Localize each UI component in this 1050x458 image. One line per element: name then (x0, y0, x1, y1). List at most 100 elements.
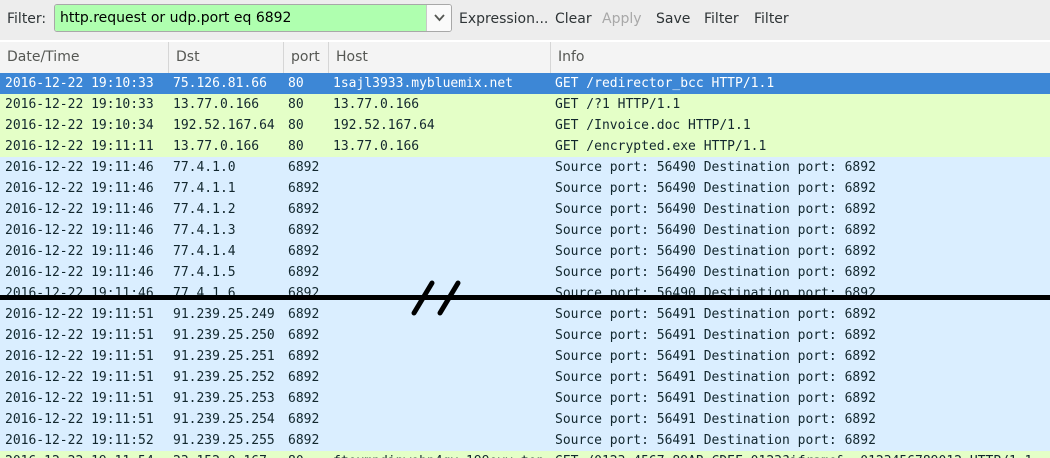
packet-row[interactable]: 2016-12-22 19:10:33 13.77.0.166 80 13.77.0.… (0, 94, 1050, 115)
column-header-info[interactable]: Info (550, 42, 1050, 73)
packet-row[interactable]: 2016-12-22 19:11:46 77.4.1.1 6892 Source po… (0, 178, 1050, 199)
display-filter-combobox[interactable] (54, 4, 452, 32)
datetime-cell: 2016-12-22 19:11:51 (5, 328, 154, 343)
dst-cell: 91.239.25.254 (173, 412, 275, 427)
datetime-cell: 2016-12-22 19:11:46 (5, 244, 154, 259)
info-cell: Source port: 56490 Destination port: 689… (555, 265, 876, 280)
packet-row[interactable]: 2016-12-22 19:11:46 77.4.1.2 6892 Source po… (0, 199, 1050, 220)
dst-cell: 77.4.1.2 (173, 202, 236, 217)
packet-row[interactable]: 2016-12-22 19:10:33 75.126.81.66 80 1sajl39… (0, 73, 1050, 94)
dst-cell: 23.152.0.167 (173, 451, 267, 458)
dst-cell: 91.239.25.250 (173, 328, 275, 343)
info-cell: Source port: 56491 Destination port: 689… (555, 349, 876, 364)
dst-cell: 13.77.0.166 (173, 139, 260, 154)
info-cell: Source port: 56490 Destination port: 689… (555, 244, 876, 259)
datetime-cell: 2016-12-22 19:10:33 (5, 76, 154, 91)
break-mark-icon (411, 280, 461, 316)
port-cell: 6892 (288, 307, 320, 322)
packet-row[interactable]: 2016-12-22 19:11:51 91.239.25.251 6892 Sour… (0, 346, 1050, 367)
datetime-cell: 2016-12-22 19:10:34 (5, 118, 154, 133)
datetime-cell: 2016-12-22 19:11:51 (5, 349, 154, 364)
dst-cell: 77.4.1.0 (173, 160, 236, 175)
datetime-cell: 2016-12-22 19:11:46 (5, 286, 154, 301)
packet-list-header: Date/Time Dst port Host Info (0, 42, 1050, 74)
datetime-cell: 2016-12-22 19:11:46 (5, 265, 154, 280)
port-cell: 80 (288, 97, 304, 112)
port-cell: 6892 (288, 265, 320, 280)
port-cell: 6892 (288, 391, 320, 406)
info-cell: Source port: 56490 Destination port: 689… (555, 223, 876, 238)
packet-row[interactable]: 2016-12-22 19:11:52 91.239.25.255 6892 Sour… (0, 430, 1050, 451)
dst-cell: 77.4.1.6 (173, 286, 236, 301)
column-header-dst[interactable]: Dst (168, 42, 283, 73)
port-cell: 6892 (288, 223, 320, 238)
filter-label: Filter: (7, 11, 47, 27)
datetime-cell: 2016-12-22 19:11:51 (5, 307, 154, 322)
info-cell: Source port: 56490 Destination port: 689… (555, 160, 876, 175)
info-cell: Source port: 56491 Destination port: 689… (555, 307, 876, 322)
filter-history-dropdown[interactable] (426, 5, 451, 31)
info-cell: Source port: 56491 Destination port: 689… (555, 433, 876, 448)
port-cell: 6892 (288, 181, 320, 196)
packet-row[interactable]: 2016-12-22 19:11:51 91.239.25.249 6892 Sour… (0, 304, 1050, 325)
filter-button-2[interactable]: Filter (754, 11, 789, 27)
host-cell: 192.52.167.64 (333, 118, 435, 133)
dst-cell: 13.77.0.166 (173, 97, 260, 112)
apply-button[interactable]: Apply (602, 11, 642, 27)
dst-cell: 77.4.1.5 (173, 265, 236, 280)
info-cell: Source port: 56491 Destination port: 689… (555, 328, 876, 343)
packet-row[interactable]: 2016-12-22 19:11:46 77.4.1.3 6892 Source po… (0, 220, 1050, 241)
dst-cell: 192.52.167.64 (173, 118, 275, 133)
packet-row[interactable]: 2016-12-22 19:11:46 77.4.1.6 6892 Source po… (0, 283, 1050, 304)
chevron-down-icon (434, 14, 445, 22)
filter-button-1[interactable]: Filter (704, 11, 739, 27)
packet-row[interactable]: 2016-12-22 19:11:11 13.77.0.166 80 13.77.0.… (0, 136, 1050, 157)
packet-row[interactable]: 2016-12-22 19:11:51 91.239.25.253 6892 Sour… (0, 388, 1050, 409)
port-cell: 6892 (288, 433, 320, 448)
datetime-cell: 2016-12-22 19:11:54 (5, 451, 154, 458)
dst-cell: 91.239.25.249 (173, 307, 275, 322)
port-cell: 80 (288, 118, 304, 133)
clear-button[interactable]: Clear (555, 11, 592, 27)
packet-row[interactable]: 2016-12-22 19:11:46 77.4.1.5 6892 Source po… (0, 262, 1050, 283)
column-header-datetime[interactable]: Date/Time (0, 42, 168, 73)
display-filter-input[interactable] (55, 5, 426, 31)
column-header-port[interactable]: port (283, 42, 328, 73)
datetime-cell: 2016-12-22 19:10:33 (5, 97, 154, 112)
packet-row[interactable]: 2016-12-22 19:11:51 91.239.25.254 6892 Sour… (0, 409, 1050, 430)
port-cell: 6892 (288, 370, 320, 385)
datetime-cell: 2016-12-22 19:11:46 (5, 223, 154, 238)
save-button[interactable]: Save (656, 11, 690, 27)
port-cell: 80 (288, 139, 304, 154)
packet-row[interactable]: 2016-12-22 19:11:51 91.239.25.250 6892 Sour… (0, 325, 1050, 346)
packet-list: 2016-12-22 19:10:33 75.126.81.66 80 1sajl39… (0, 73, 1050, 458)
datetime-cell: 2016-12-22 19:11:52 (5, 433, 154, 448)
datetime-cell: 2016-12-22 19:11:51 (5, 412, 154, 427)
packet-row[interactable]: 2016-12-22 19:11:46 77.4.1.0 6892 Source po… (0, 157, 1050, 178)
info-cell: GET /Invoice.doc HTTP/1.1 (555, 118, 751, 133)
info-cell: GET /0123-4567-89AB-CDEF-0123?iframe&_=0… (555, 451, 1032, 458)
port-cell: 6892 (288, 244, 320, 259)
packet-row[interactable]: 2016-12-22 19:10:34 192.52.167.64 80 192.52… (0, 115, 1050, 136)
info-cell: Source port: 56490 Destination port: 689… (555, 181, 876, 196)
column-header-host[interactable]: Host (328, 42, 550, 73)
expression-button[interactable]: Expression... (459, 11, 548, 27)
dst-cell: 77.4.1.3 (173, 223, 236, 238)
info-cell: Source port: 56490 Destination port: 689… (555, 286, 876, 301)
port-cell: 6892 (288, 160, 320, 175)
dst-cell: 91.239.25.255 (173, 433, 275, 448)
port-cell: 6892 (288, 349, 320, 364)
host-cell: 1sajl3933.mybluemix.net (333, 76, 514, 91)
packet-row[interactable]: 2016-12-22 19:11:51 91.239.25.252 6892 Sour… (0, 367, 1050, 388)
packet-row[interactable]: 2016-12-22 19:11:46 77.4.1.4 6892 Source po… (0, 241, 1050, 262)
info-cell: GET /?1 HTTP/1.1 (555, 97, 681, 112)
dst-cell: 75.126.81.66 (173, 76, 267, 91)
info-cell: Source port: 56491 Destination port: 689… (555, 370, 876, 385)
break-line (0, 295, 1050, 300)
dst-cell: 91.239.25.252 (173, 370, 275, 385)
filter-toolbar: Filter: Expression... Clear Apply Save F… (0, 0, 1050, 40)
port-cell: 6892 (288, 202, 320, 217)
packet-row[interactable]: 2016-12-22 19:11:54 23.152.0.167 80 ftoxmpd… (0, 451, 1050, 458)
datetime-cell: 2016-12-22 19:11:11 (5, 139, 154, 154)
port-cell: 80 (288, 451, 304, 458)
